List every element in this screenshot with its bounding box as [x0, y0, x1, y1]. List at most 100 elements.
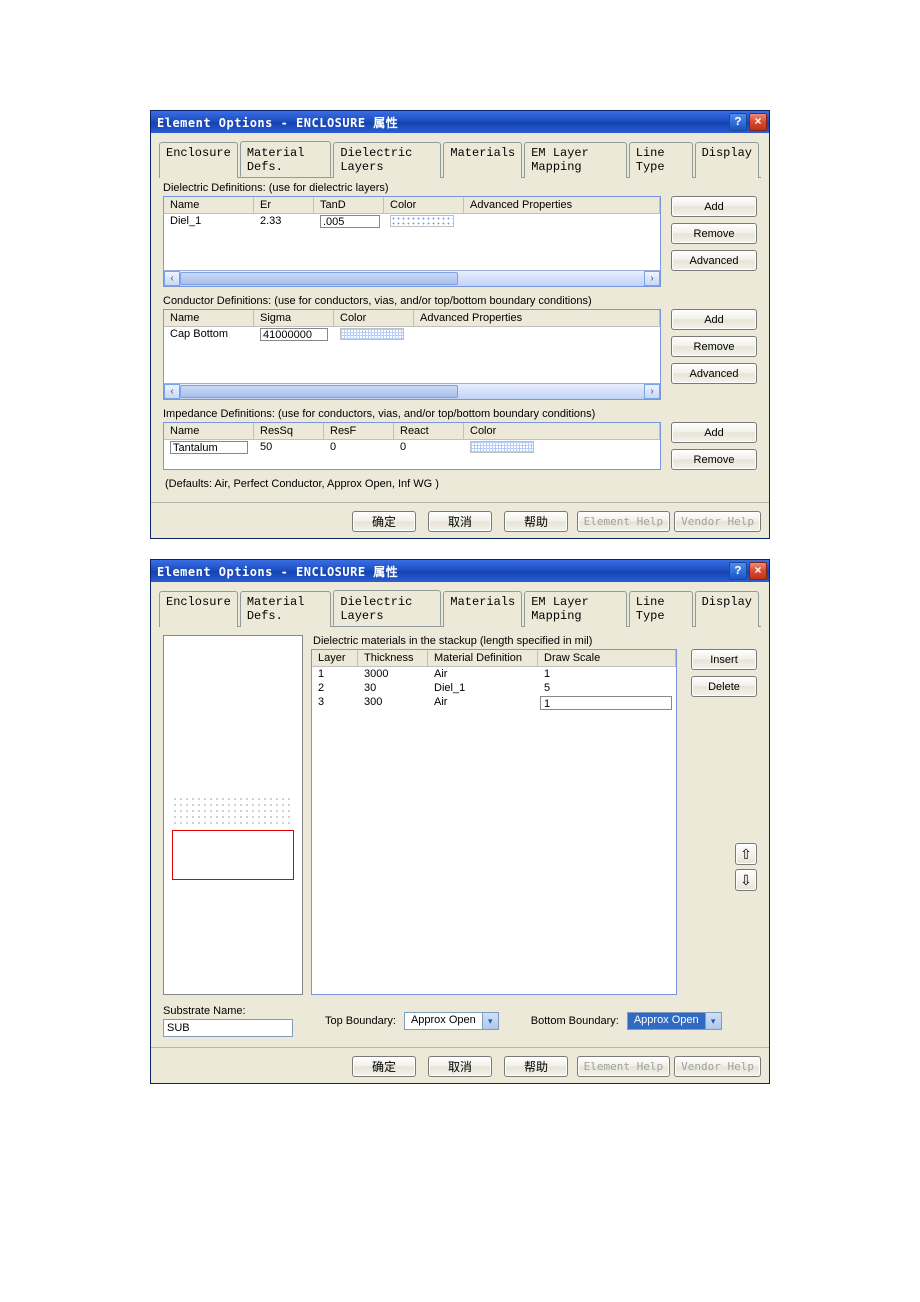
- col-color[interactable]: Color: [334, 310, 414, 326]
- tab-enclosure[interactable]: Enclosure: [159, 591, 238, 627]
- tab-enclosure[interactable]: Enclosure: [159, 142, 238, 178]
- help-icon[interactable]: ?: [729, 562, 747, 580]
- table-row[interactable]: 1 3000 Air 1: [312, 667, 676, 681]
- cell-name[interactable]: Cap Bottom: [164, 327, 254, 344]
- col-er[interactable]: Er: [254, 197, 314, 213]
- scroll-left-icon[interactable]: ‹: [164, 271, 180, 286]
- col-react[interactable]: React: [394, 423, 464, 439]
- cell-resf[interactable]: 0: [324, 440, 394, 457]
- col-name[interactable]: Name: [164, 197, 254, 213]
- cell-name[interactable]: Diel_1: [164, 214, 254, 231]
- add-button[interactable]: Add: [671, 422, 757, 443]
- col-name[interactable]: Name: [164, 423, 254, 439]
- col-drawscale[interactable]: Draw Scale: [538, 650, 676, 666]
- tab-em-layer-mapping[interactable]: EM Layer Mapping: [524, 142, 627, 178]
- col-ressq[interactable]: ResSq: [254, 423, 324, 439]
- cell-scale-editing[interactable]: 1: [540, 696, 672, 710]
- titlebar[interactable]: Element Options - ENCLOSURE 属性 ? ×: [151, 111, 769, 133]
- cell-sigma[interactable]: 41000000: [254, 327, 334, 344]
- cell-color[interactable]: [334, 327, 414, 344]
- dielectric-table[interactable]: Name Er TanD Color Advanced Properties D…: [163, 196, 661, 287]
- cell-ressq[interactable]: 50: [254, 440, 324, 457]
- scroll-right-icon[interactable]: ›: [644, 271, 660, 286]
- cancel-button[interactable]: 取消: [428, 1056, 492, 1077]
- tab-dielectric-layers[interactable]: Dielectric Layers: [333, 590, 441, 626]
- cell-er[interactable]: 2.33: [254, 214, 314, 231]
- element-help-button[interactable]: Element Help: [577, 1056, 670, 1077]
- tab-material-defs[interactable]: Material Defs.: [240, 141, 332, 177]
- move-up-button[interactable]: ⇧: [735, 843, 757, 865]
- element-help-button[interactable]: Element Help: [577, 511, 670, 532]
- help-button[interactable]: 帮助: [504, 1056, 568, 1077]
- color-swatch-icon[interactable]: [470, 441, 534, 453]
- hscrollbar[interactable]: ‹ ›: [164, 270, 660, 286]
- close-icon[interactable]: ×: [749, 562, 767, 580]
- titlebar[interactable]: Element Options - ENCLOSURE 属性 ? ×: [151, 560, 769, 582]
- col-tand[interactable]: TanD: [314, 197, 384, 213]
- cell-layer[interactable]: 1: [312, 667, 358, 681]
- col-advanced[interactable]: Advanced Properties: [464, 197, 660, 213]
- advanced-button[interactable]: Advanced: [671, 363, 757, 384]
- table-row[interactable]: Tantalum 50 0 0: [164, 440, 660, 457]
- table-row[interactable]: 2 30 Diel_1 5: [312, 681, 676, 695]
- col-advanced[interactable]: Advanced Properties: [414, 310, 660, 326]
- tab-dielectric-layers[interactable]: Dielectric Layers: [333, 142, 441, 178]
- top-boundary-combo[interactable]: Approx Open ▾: [404, 1012, 499, 1030]
- bottom-boundary-combo[interactable]: Approx Open ▾: [627, 1012, 722, 1030]
- cell-layer[interactable]: 2: [312, 681, 358, 695]
- help-button[interactable]: 帮助: [504, 511, 568, 532]
- cancel-button[interactable]: 取消: [428, 511, 492, 532]
- remove-button[interactable]: Remove: [671, 336, 757, 357]
- cell-material[interactable]: Diel_1: [428, 681, 538, 695]
- cell-react[interactable]: 0: [394, 440, 464, 457]
- col-thickness[interactable]: Thickness: [358, 650, 428, 666]
- move-down-button[interactable]: ⇩: [735, 869, 757, 891]
- impedance-table[interactable]: Name ResSq ResF React Color Tantalum 50 …: [163, 422, 661, 470]
- tab-line-type[interactable]: Line Type: [629, 591, 693, 627]
- close-icon[interactable]: ×: [749, 113, 767, 131]
- col-name[interactable]: Name: [164, 310, 254, 326]
- scroll-right-icon[interactable]: ›: [644, 384, 660, 399]
- color-swatch-icon[interactable]: [340, 328, 404, 340]
- table-row[interactable]: 3 300 Air 1: [312, 695, 676, 710]
- vendor-help-button[interactable]: Vendor Help: [674, 1056, 761, 1077]
- cell-layer[interactable]: 3: [312, 695, 358, 710]
- tab-display[interactable]: Display: [695, 142, 759, 178]
- add-button[interactable]: Add: [671, 309, 757, 330]
- cell-scale[interactable]: 1: [538, 667, 676, 681]
- tab-em-layer-mapping[interactable]: EM Layer Mapping: [524, 591, 627, 627]
- cell-color[interactable]: [464, 440, 660, 457]
- ok-button[interactable]: 确定: [352, 511, 416, 532]
- cell-thickness[interactable]: 300: [358, 695, 428, 710]
- col-sigma[interactable]: Sigma: [254, 310, 334, 326]
- cell-material[interactable]: Air: [428, 667, 538, 681]
- chevron-down-icon[interactable]: ▾: [482, 1013, 498, 1029]
- cell-name[interactable]: Tantalum: [164, 440, 254, 457]
- help-icon[interactable]: ?: [729, 113, 747, 131]
- tab-material-defs[interactable]: Material Defs.: [240, 591, 332, 627]
- tab-display[interactable]: Display: [695, 591, 759, 627]
- advanced-button[interactable]: Advanced: [671, 250, 757, 271]
- col-resf[interactable]: ResF: [324, 423, 394, 439]
- cell-scale[interactable]: 5: [538, 681, 676, 695]
- table-row[interactable]: Diel_1 2.33 .005: [164, 214, 660, 231]
- tab-materials[interactable]: Materials: [443, 142, 522, 178]
- conductor-table[interactable]: Name Sigma Color Advanced Properties Cap…: [163, 309, 661, 400]
- insert-button[interactable]: Insert: [691, 649, 757, 670]
- cell-thickness[interactable]: 3000: [358, 667, 428, 681]
- delete-button[interactable]: Delete: [691, 676, 757, 697]
- hscrollbar[interactable]: ‹ ›: [164, 383, 660, 399]
- col-color[interactable]: Color: [464, 423, 660, 439]
- col-material[interactable]: Material Definition: [428, 650, 538, 666]
- cell-color[interactable]: [384, 214, 464, 231]
- cell-adv[interactable]: [414, 327, 660, 344]
- add-button[interactable]: Add: [671, 196, 757, 217]
- ok-button[interactable]: 确定: [352, 1056, 416, 1077]
- color-swatch-icon[interactable]: [390, 215, 454, 227]
- remove-button[interactable]: Remove: [671, 449, 757, 470]
- tab-materials[interactable]: Materials: [443, 591, 522, 627]
- cell-thickness[interactable]: 30: [358, 681, 428, 695]
- chevron-down-icon[interactable]: ▾: [705, 1013, 721, 1029]
- col-layer[interactable]: Layer: [312, 650, 358, 666]
- cell-tand[interactable]: .005: [314, 214, 384, 231]
